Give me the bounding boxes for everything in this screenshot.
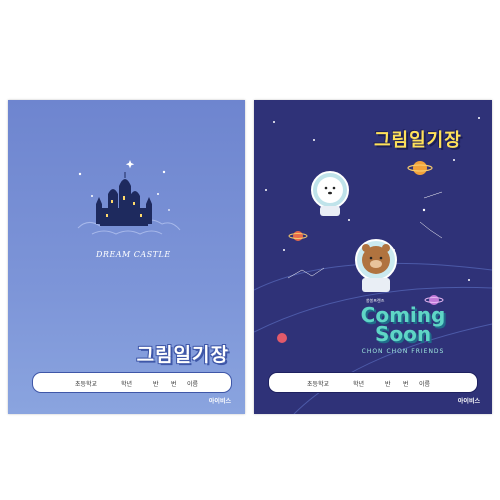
school-label: 초등학교	[75, 381, 98, 388]
school-label: 초등학교	[307, 381, 330, 388]
notebook-cover-dream-castle: DREAM CASTLE 그림일기장 초등학교 학년 반 번 이름 아이비스	[8, 100, 245, 414]
publisher-logo: 아이비스	[208, 398, 231, 405]
astronaut-dog-icon	[311, 171, 349, 216]
name-field-box[interactable]: 초등학교 학년 반 번 이름	[32, 372, 232, 393]
class-label: 반	[385, 381, 391, 388]
tagline: CHON CHON FRIENDS	[361, 348, 445, 355]
number-label: 번	[403, 381, 409, 388]
name-field-box[interactable]: 초등학교 학년 반 번 이름	[268, 372, 478, 393]
publisher-logo: 아이비스	[457, 398, 480, 405]
cover-subtitle: DREAM CASTLE	[96, 250, 171, 259]
cover-title: 그림일기장	[374, 130, 462, 151]
number-label: 번	[171, 381, 177, 388]
grade-label: 학년	[353, 381, 365, 388]
class-label: 반	[153, 381, 159, 388]
name-label: 이름	[419, 381, 431, 388]
notebook-cover-coming-soon: 그림일기장 쏭쏭프렌즈 Coming Soon CHON CHON FRIEND…	[254, 100, 492, 414]
name-label: 이름	[187, 381, 199, 388]
astronaut-bear-icon	[355, 239, 397, 292]
cover-title: 그림일기장	[136, 344, 229, 366]
grade-label: 학년	[121, 381, 133, 388]
headline-soon: Soon	[374, 322, 432, 346]
